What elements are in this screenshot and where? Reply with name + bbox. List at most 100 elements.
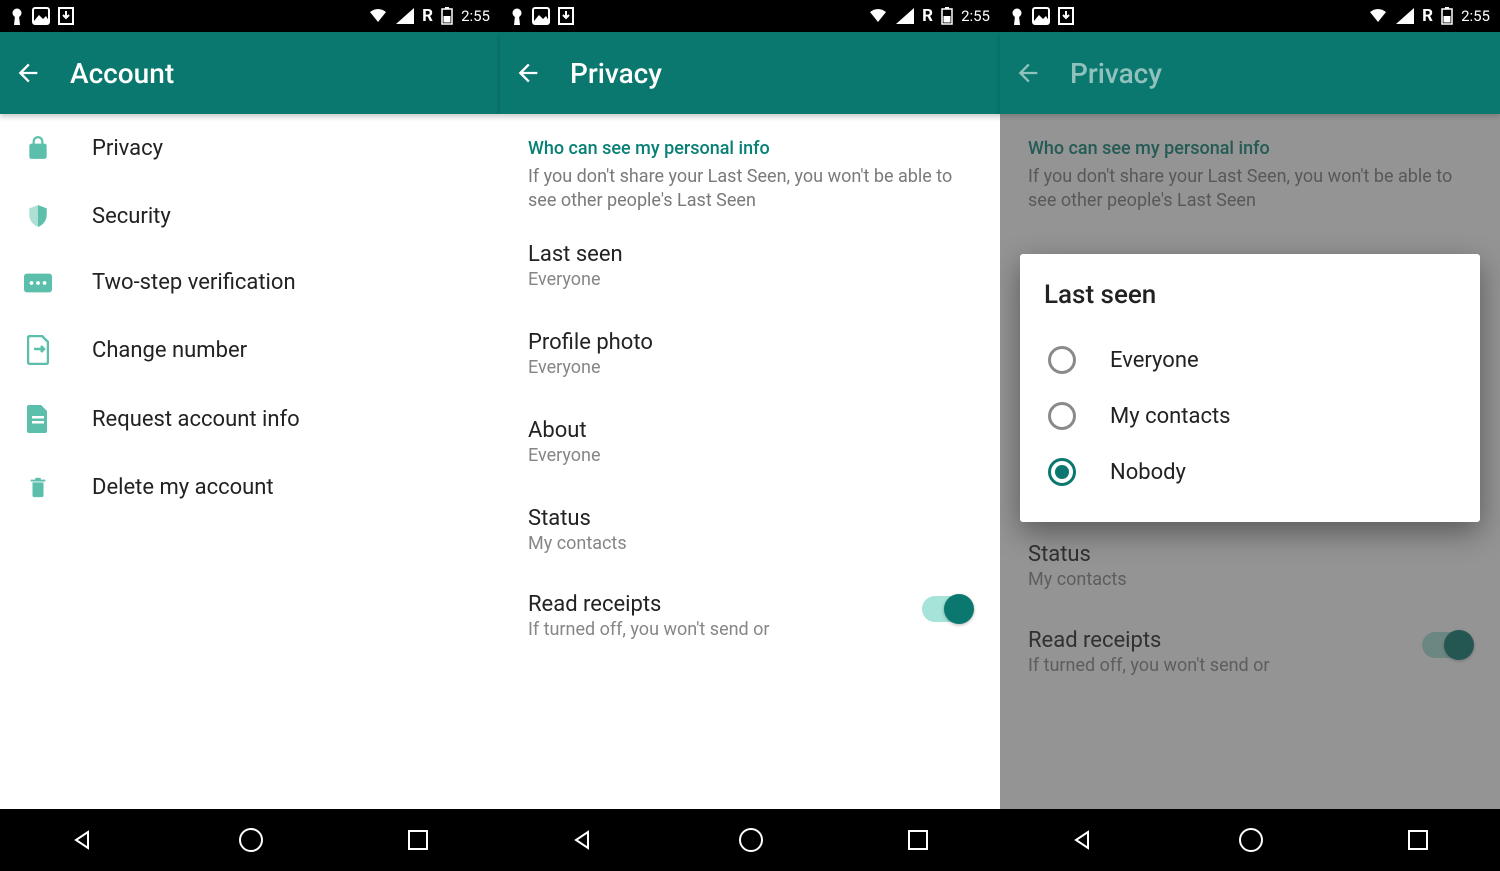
app-bar-privacy: Privacy <box>1000 32 1500 114</box>
nav-back-icon[interactable] <box>1071 828 1095 852</box>
download-icon <box>558 7 574 25</box>
nav-home-icon[interactable] <box>1238 827 1264 853</box>
download-icon <box>1058 7 1074 25</box>
nav-home-icon[interactable] <box>738 827 764 853</box>
battery-icon <box>441 7 453 25</box>
status-bar: R 2:55 <box>1000 0 1500 32</box>
list-item-label: Two-step verification <box>92 270 296 295</box>
nav-bar <box>500 809 1000 871</box>
trash-icon <box>24 473 52 501</box>
roaming-indicator: R <box>1422 6 1433 26</box>
status-bar: R 2:55 <box>500 0 1000 32</box>
section-header: Who can see my personal info <box>500 114 1000 165</box>
setting-status[interactable]: Status My contacts <box>500 486 1000 574</box>
account-item-change-number[interactable]: Change number <box>0 315 500 385</box>
status-bar: R 2:55 <box>0 0 500 32</box>
status-time: 2:55 <box>461 7 490 25</box>
account-content: Privacy Security Two-step verification C… <box>0 114 500 809</box>
roaming-indicator: R <box>422 6 433 26</box>
account-item-request-info[interactable]: Request account info <box>0 385 500 453</box>
nav-recent-icon[interactable] <box>1407 829 1429 851</box>
list-item-label: Change number <box>92 338 247 363</box>
wifi-icon <box>868 8 888 24</box>
account-item-security[interactable]: Security <box>0 182 500 250</box>
radio-icon <box>1048 346 1076 374</box>
keyhole-icon <box>1010 7 1024 25</box>
nav-back-icon[interactable] <box>571 828 595 852</box>
setting-title: Read receipts <box>528 592 770 617</box>
last-seen-dialog: Last seen Everyone My contacts Nobody <box>1020 254 1480 522</box>
nav-recent-icon[interactable] <box>407 829 429 851</box>
setting-read-receipts[interactable]: Read receipts If turned off, you won't s… <box>500 574 1000 646</box>
list-item-label: Delete my account <box>92 475 274 500</box>
nav-bar <box>0 809 500 871</box>
option-everyone[interactable]: Everyone <box>1044 332 1456 388</box>
image-icon <box>532 7 550 25</box>
app-bar-title: Privacy <box>1070 57 1162 90</box>
panel-privacy: R 2:55 Privacy Who can see my personal i… <box>500 0 1000 871</box>
app-bar-title: Privacy <box>570 57 662 90</box>
panel-privacy-dialog: R 2:55 Privacy Who can see my personal i… <box>1000 0 1500 871</box>
list-item-label: Security <box>92 204 171 229</box>
option-label: Everyone <box>1110 348 1199 373</box>
list-item-label: Privacy <box>92 136 163 161</box>
account-item-privacy[interactable]: Privacy <box>0 114 500 182</box>
setting-about[interactable]: About Everyone <box>500 398 1000 486</box>
dialog-title: Last seen <box>1044 280 1456 310</box>
setting-title: Profile photo <box>528 330 972 355</box>
battery-icon <box>1441 7 1453 25</box>
image-icon <box>32 7 50 25</box>
shield-icon <box>24 202 52 230</box>
setting-title: Status <box>528 506 972 531</box>
password-icon <box>24 273 52 293</box>
account-item-delete[interactable]: Delete my account <box>0 453 500 521</box>
setting-title: Last seen <box>528 242 972 267</box>
app-bar-privacy: Privacy <box>500 32 1000 114</box>
battery-icon <box>941 7 953 25</box>
status-time: 2:55 <box>961 7 990 25</box>
back-icon[interactable] <box>14 59 42 87</box>
roaming-indicator: R <box>922 6 933 26</box>
app-bar-account: Account <box>0 32 500 114</box>
read-receipts-toggle[interactable] <box>922 596 972 622</box>
lock-icon <box>24 134 52 162</box>
keyhole-icon <box>510 7 524 25</box>
privacy-content: Who can see my personal info If you don'… <box>500 114 1000 809</box>
privacy-content-bg: Who can see my personal info If you don'… <box>1000 114 1500 809</box>
setting-value: My contacts <box>528 533 972 554</box>
setting-value: If turned off, you won't send or <box>528 619 770 640</box>
back-icon <box>1014 59 1042 87</box>
setting-last-seen[interactable]: Last seen Everyone <box>500 222 1000 310</box>
option-label: My contacts <box>1110 404 1231 429</box>
download-icon <box>58 7 74 25</box>
sim-icon <box>24 335 52 365</box>
setting-value: Everyone <box>528 445 972 466</box>
signal-icon <box>896 8 914 24</box>
wifi-icon <box>368 8 388 24</box>
setting-value: Everyone <box>528 357 972 378</box>
panel-account: R 2:55 Account Privacy Security Two-step… <box>0 0 500 871</box>
radio-icon-selected <box>1048 458 1076 486</box>
nav-home-icon[interactable] <box>238 827 264 853</box>
keyhole-icon <box>10 7 24 25</box>
nav-bar <box>1000 809 1500 871</box>
setting-value: Everyone <box>528 269 972 290</box>
option-nobody[interactable]: Nobody <box>1044 444 1456 500</box>
status-time: 2:55 <box>1461 7 1490 25</box>
signal-icon <box>1396 8 1414 24</box>
setting-title: About <box>528 418 972 443</box>
document-icon <box>24 405 52 433</box>
app-bar-title: Account <box>70 57 174 90</box>
account-item-two-step[interactable]: Two-step verification <box>0 250 500 315</box>
radio-icon <box>1048 402 1076 430</box>
nav-recent-icon[interactable] <box>907 829 929 851</box>
option-my-contacts[interactable]: My contacts <box>1044 388 1456 444</box>
back-icon[interactable] <box>514 59 542 87</box>
section-desc: If you don't share your Last Seen, you w… <box>500 165 1000 222</box>
signal-icon <box>396 8 414 24</box>
option-label: Nobody <box>1110 460 1186 485</box>
list-item-label: Request account info <box>92 407 300 432</box>
nav-back-icon[interactable] <box>71 828 95 852</box>
setting-profile-photo[interactable]: Profile photo Everyone <box>500 310 1000 398</box>
image-icon <box>1032 7 1050 25</box>
